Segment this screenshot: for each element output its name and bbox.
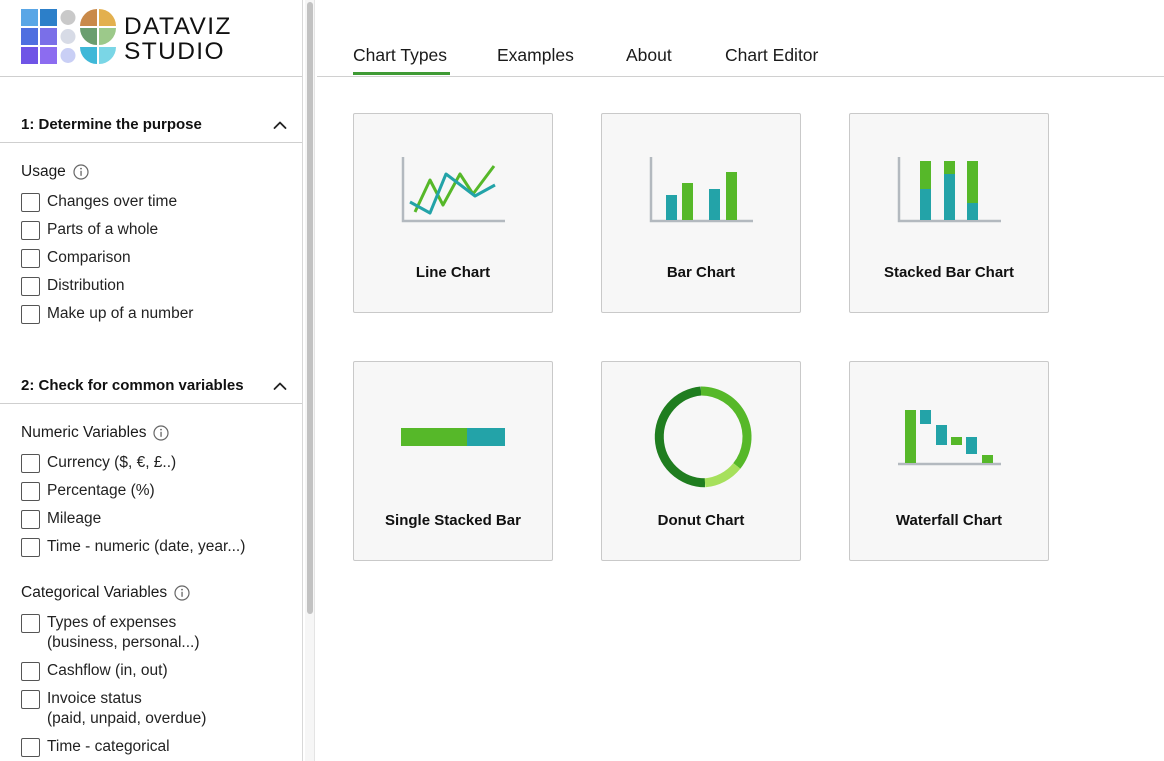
numeric-variables-label-text: Numeric Variables [21,424,147,441]
sidebar-scrollbar-thumb[interactable] [307,2,313,614]
checkbox-label: Comparison [47,249,131,266]
checkbox-label: Percentage (%) [47,482,155,499]
card-title: Waterfall Chart [895,512,1003,529]
checkbox[interactable] [21,510,40,529]
checkbox-label-line-1: Types of expenses [47,614,177,631]
tab-chart-types[interactable]: Chart Types [353,45,447,66]
categorical-option-time-categorical[interactable]: Time - categorical [21,737,170,757]
checkbox-label-line-2: (paid, unpaid, overdue) [47,710,207,727]
active-tab-indicator [353,72,450,75]
checkbox-label: Mileage [47,510,102,527]
card-title: Single Stacked Bar [385,512,521,529]
usage-option-make-up-of-a-number[interactable]: Make up of a number [21,304,193,324]
numeric-variables-label: Numeric Variables [21,424,170,442]
categorical-option-types-of-expenses[interactable]: Types of expenses (business, personal...… [21,613,200,653]
usage-option-distribution[interactable]: Distribution [21,276,125,296]
checkbox-label: Time - numeric (date, year...) [47,538,246,555]
categorical-option-invoice-status[interactable]: Invoice status (paid, unpaid, overdue) [21,689,206,729]
usage-option-parts-of-a-whole[interactable]: Parts of a whole [21,220,158,240]
info-icon[interactable] [174,585,190,601]
waterfall-chart-icon [898,410,1001,466]
checkbox-label: Cashflow (in, out) [47,662,168,679]
brand-line-2: STUDIO [124,38,225,65]
section-variables-header[interactable]: 2: Check for common variables [0,368,302,404]
checkbox[interactable] [21,538,40,557]
numeric-option-time-numeric[interactable]: Time - numeric (date, year...) [21,537,245,557]
tab-examples[interactable]: Examples [497,45,574,66]
chevron-up-icon[interactable] [273,118,287,132]
sidebar: DATAVIZ STUDIO 1: Determine the purpose … [0,0,303,761]
single-stacked-bar-icon [401,428,505,446]
numeric-option-currency[interactable]: Currency ($, €, £..) [21,453,176,473]
categorical-variables-label-text: Categorical Variables [21,584,168,601]
categorical-variables-label: Categorical Variables [21,584,190,602]
checkbox-label: Time - categorical [47,738,170,755]
donut-chart-icon [654,386,752,488]
card-title: Line Chart [415,264,491,281]
numeric-option-mileage[interactable]: Mileage [21,509,101,529]
tab-chart-editor[interactable]: Chart Editor [725,45,818,66]
card-bar-chart[interactable]: Bar Chart [601,113,801,313]
checkbox-label: Changes over time [47,193,178,210]
categorical-option-cashflow[interactable]: Cashflow (in, out) [21,661,168,681]
chevron-up-icon[interactable] [273,379,287,393]
checkbox[interactable] [21,454,40,473]
card-single-stacked-bar[interactable]: Single Stacked Bar [353,361,553,561]
checkbox-label: Make up of a number [47,305,194,322]
usage-label-text: Usage [21,163,66,180]
checkbox-label: Distribution [47,277,125,294]
info-icon[interactable] [73,164,89,180]
logo-mark-icon [21,9,116,64]
usage-option-changes-over-time[interactable]: Changes over time [21,192,177,212]
brand-name: DATAVIZ STUDIO [124,14,232,64]
bar-chart-icon [649,157,753,223]
tab-bar: Chart Types Examples About Chart Editor [317,0,1164,77]
card-donut-chart[interactable]: Donut Chart [601,361,801,561]
section-purpose-header[interactable]: 1: Determine the purpose [0,107,302,143]
checkbox[interactable] [21,482,40,501]
card-stacked-bar-chart[interactable]: Stacked Bar Chart [849,113,1049,313]
brand-logo[interactable]: DATAVIZ STUDIO [21,9,232,65]
numeric-option-percentage[interactable]: Percentage (%) [21,481,155,501]
tab-about[interactable]: About [626,45,672,66]
usage-label: Usage [21,163,89,181]
checkbox[interactable] [21,690,40,709]
checkbox[interactable] [21,249,40,268]
checkbox-label-line-2: (business, personal...) [47,634,200,651]
section-variables-title: 2: Check for common variables [21,377,244,394]
checkbox[interactable] [21,738,40,757]
usage-option-comparison[interactable]: Comparison [21,248,131,268]
logo-divider [0,76,302,77]
checkbox[interactable] [21,614,40,633]
section-purpose-title: 1: Determine the purpose [21,116,202,133]
checkbox-label: Types of expenses (business, personal...… [47,613,200,653]
line-chart-icon [401,157,505,223]
card-waterfall-chart[interactable]: Waterfall Chart [849,361,1049,561]
sidebar-scrollbar[interactable] [305,0,315,761]
card-title: Bar Chart [666,264,736,281]
checkbox-label: Currency ($, €, £..) [47,454,177,471]
checkbox-label-line-1: Invoice status [47,690,142,707]
info-icon[interactable] [153,425,170,441]
brand-line-1: DATAVIZ [124,13,232,40]
checkbox-label: Parts of a whole [47,221,159,238]
checkbox[interactable] [21,277,40,296]
card-title: Stacked Bar Chart [883,264,1015,281]
card-line-chart[interactable]: Line Chart [353,113,553,313]
checkbox[interactable] [21,662,40,681]
card-title: Donut Chart [657,512,745,529]
stacked-bar-chart-icon [897,157,1001,223]
checkbox[interactable] [21,305,40,324]
checkbox[interactable] [21,221,40,240]
checkbox[interactable] [21,193,40,212]
checkbox-label: Invoice status (paid, unpaid, overdue) [47,689,206,729]
